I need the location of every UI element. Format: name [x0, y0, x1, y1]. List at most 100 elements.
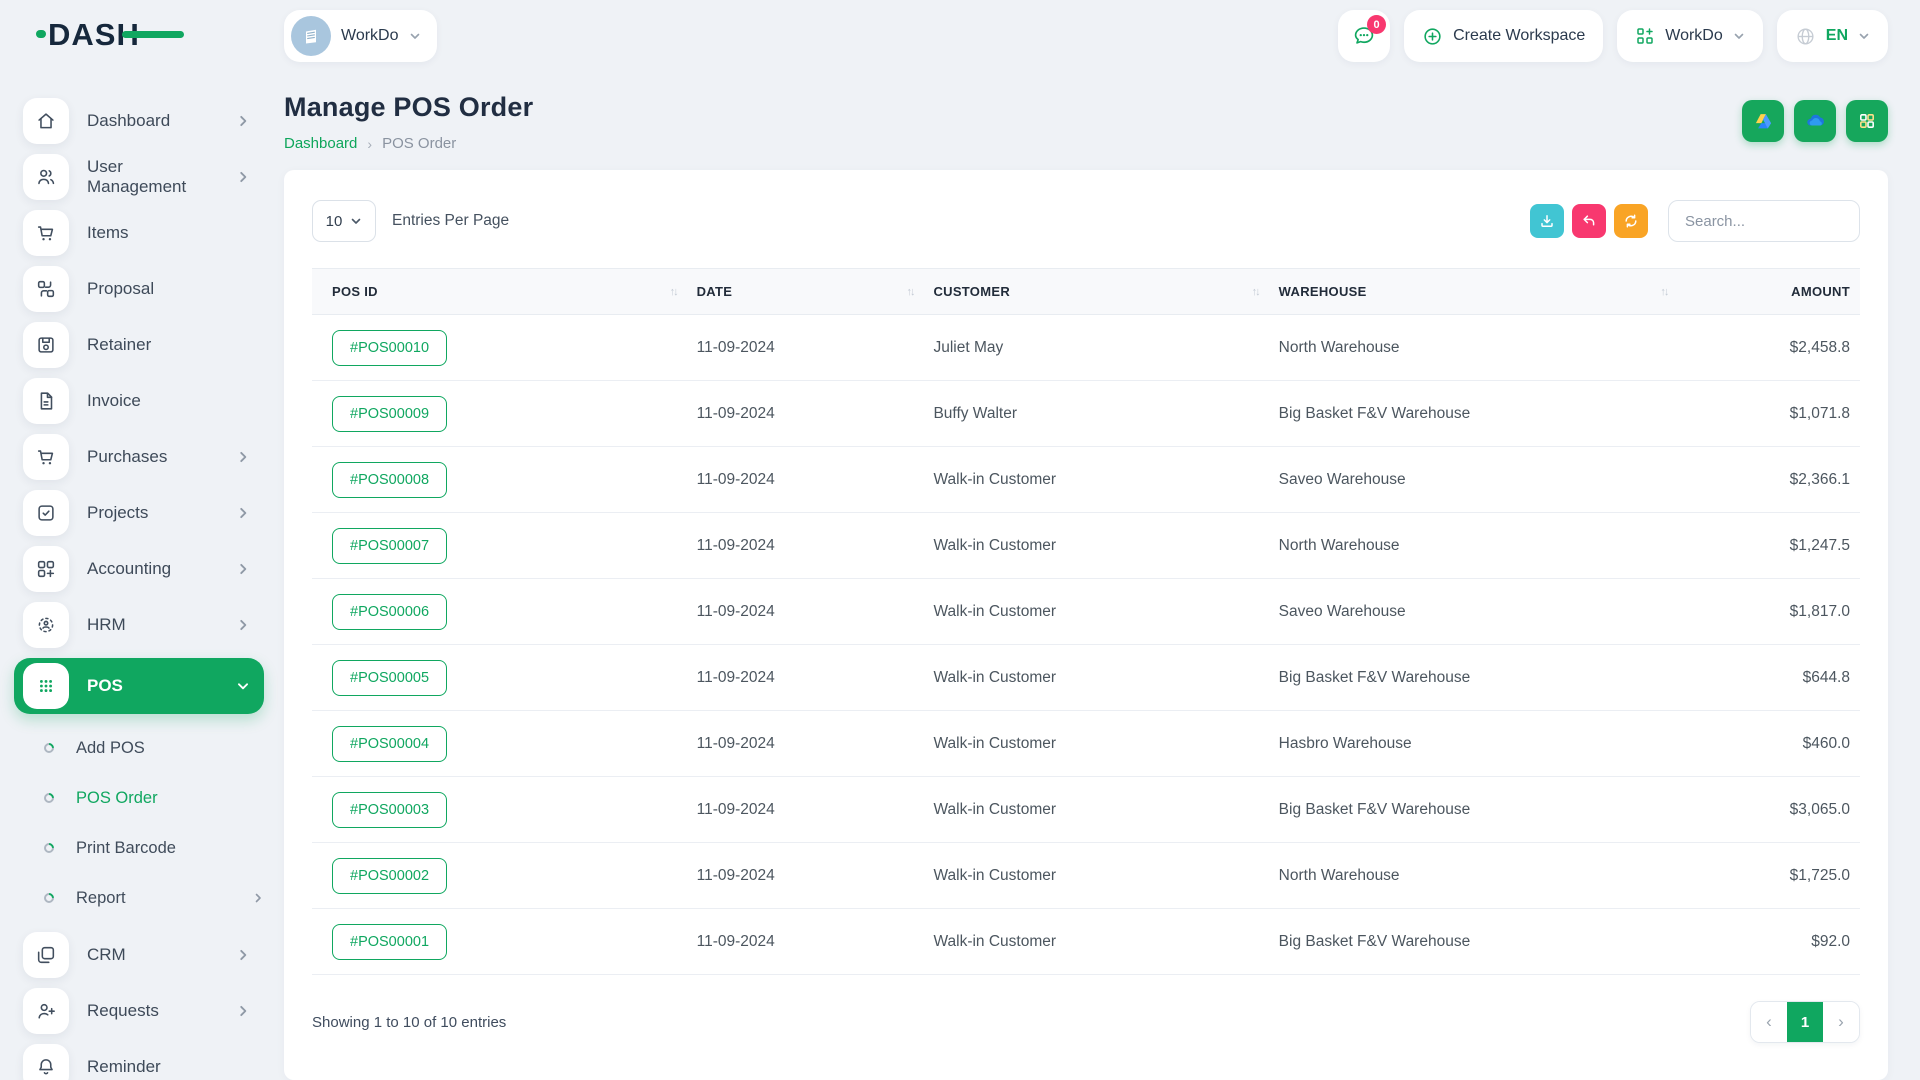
sidebar-subitem-add-pos[interactable]: Add POS — [0, 724, 264, 772]
messages-button[interactable]: 0 — [1338, 10, 1390, 62]
table-row[interactable]: #POS00003 11-09-2024 Walk-in Customer Bi… — [312, 777, 1860, 843]
brand-logo[interactable]: DASH — [0, 13, 278, 60]
column-header-customer[interactable]: CUSTOMER ↑↓ — [923, 269, 1268, 315]
table-row[interactable]: #POS00006 11-09-2024 Walk-in Customer Sa… — [312, 579, 1860, 645]
next-page-button[interactable]: › — [1823, 1002, 1859, 1042]
sidebar-item-crm[interactable]: CRM — [14, 932, 264, 978]
sidebar-subitem-report[interactable]: Report — [0, 874, 264, 922]
page-1-button[interactable]: 1 — [1787, 1002, 1823, 1042]
building-icon — [301, 26, 321, 46]
table-row[interactable]: #POS00005 11-09-2024 Walk-in Customer Bi… — [312, 645, 1860, 711]
pos-id-link[interactable]: #POS00006 — [332, 594, 447, 630]
prev-page-button[interactable]: ‹ — [1751, 1002, 1787, 1042]
date-cell: 11-09-2024 — [687, 777, 924, 843]
sidebar-item-user-management[interactable]: User Management — [14, 154, 264, 200]
customer-cell: Walk-in Customer — [923, 909, 1268, 975]
column-header-pos-id[interactable]: POS ID ↑↓ — [312, 269, 687, 315]
sidebar-item-pos[interactable]: POS — [14, 658, 264, 714]
amount-cell: $1,817.0 — [1677, 579, 1860, 645]
sidebar-subitem-pos-order[interactable]: POS Order — [0, 774, 264, 822]
table-row[interactable]: #POS00010 11-09-2024 Juliet May North Wa… — [312, 315, 1860, 381]
amount-cell: $1,071.8 — [1677, 381, 1860, 447]
breadcrumb-dashboard-link[interactable]: Dashboard — [284, 135, 357, 152]
sidebar-item-purchases[interactable]: Purchases — [14, 434, 264, 480]
users-icon — [23, 154, 69, 200]
sort-icon[interactable]: ↑↓ — [1252, 286, 1259, 298]
table-row[interactable]: #POS00001 11-09-2024 Walk-in Customer Bi… — [312, 909, 1860, 975]
sidebar-item-items[interactable]: Items — [14, 210, 264, 256]
create-workspace-button[interactable]: Create Workspace — [1404, 10, 1603, 62]
sidebar-item-invoice[interactable]: Invoice — [14, 378, 264, 424]
breadcrumb-current: POS Order — [382, 135, 456, 152]
grid-view-button[interactable] — [1846, 100, 1888, 142]
amount-cell: $92.0 — [1677, 909, 1860, 975]
person-plus-icon — [23, 988, 69, 1034]
sidebar-item-hrm[interactable]: HRM — [14, 602, 264, 648]
plus-circle-icon — [1422, 26, 1443, 47]
sidebar-item-reminder[interactable]: Reminder — [14, 1044, 264, 1080]
table-row[interactable]: #POS00009 11-09-2024 Buffy Walter Big Ba… — [312, 381, 1860, 447]
refresh-button[interactable] — [1614, 204, 1648, 238]
table-row[interactable]: #POS00002 11-09-2024 Walk-in Customer No… — [312, 843, 1860, 909]
sort-icon[interactable]: ↑↓ — [906, 286, 913, 298]
language-selector[interactable]: EN — [1777, 10, 1888, 62]
chevron-right-icon — [236, 506, 250, 520]
chevron-right-icon — [252, 892, 264, 904]
date-cell: 11-09-2024 — [687, 579, 924, 645]
undo-button[interactable] — [1572, 204, 1606, 238]
warehouse-cell: Big Basket F&V Warehouse — [1269, 777, 1678, 843]
pos-id-link[interactable]: #POS00007 — [332, 528, 447, 564]
topbar: DASH WorkDo — [0, 0, 1920, 72]
pos-id-link[interactable]: #POS00010 — [332, 330, 447, 366]
grid-view-icon — [1858, 112, 1876, 130]
app-window: DASH WorkDo — [0, 0, 1920, 1080]
table-row[interactable]: #POS00008 11-09-2024 Walk-in Customer Sa… — [312, 447, 1860, 513]
sidebar-subitem-print-barcode[interactable]: Print Barcode — [0, 824, 264, 872]
pos-id-link[interactable]: #POS00008 — [332, 462, 447, 498]
pos-id-link[interactable]: #POS00002 — [332, 858, 447, 894]
person-dashed-circle-icon — [23, 602, 69, 648]
sidebar-item-retainer[interactable]: Retainer — [14, 322, 264, 368]
date-cell: 11-09-2024 — [687, 843, 924, 909]
column-header-amount[interactable]: AMOUNT — [1677, 269, 1860, 315]
date-cell: 11-09-2024 — [687, 711, 924, 777]
orders-tbody: #POS00010 11-09-2024 Juliet May North Wa… — [312, 315, 1860, 975]
sidebar-item-dashboard[interactable]: Dashboard — [14, 98, 264, 144]
pos-id-link[interactable]: #POS00005 — [332, 660, 447, 696]
pos-id-link[interactable]: #POS00004 — [332, 726, 447, 762]
customer-cell: Walk-in Customer — [923, 447, 1268, 513]
amount-cell: $2,366.1 — [1677, 447, 1860, 513]
table-row[interactable]: #POS00007 11-09-2024 Walk-in Customer No… — [312, 513, 1860, 579]
onedrive-button[interactable] — [1794, 100, 1836, 142]
warehouse-cell: North Warehouse — [1269, 843, 1678, 909]
sidebar-item-accounting[interactable]: Accounting — [14, 546, 264, 592]
pos-id-link[interactable]: #POS00003 — [332, 792, 447, 828]
home-icon — [23, 98, 69, 144]
globe-icon — [1795, 26, 1816, 47]
sort-icon[interactable]: ↑↓ — [670, 286, 677, 298]
pos-orders-table: POS ID ↑↓ DATE ↑↓ CUSTOMER ↑↓ WAREHOUSE … — [312, 268, 1860, 975]
pos-id-link[interactable]: #POS00009 — [332, 396, 447, 432]
google-drive-button[interactable] — [1742, 100, 1784, 142]
sort-icon[interactable]: ↑↓ — [1660, 286, 1667, 298]
grid-plus-icon — [23, 546, 69, 592]
sidebar-item-proposal[interactable]: Proposal — [14, 266, 264, 312]
sidebar-item-projects[interactable]: Projects — [14, 490, 264, 536]
sidebar-nav: Dashboard User Management Items Proposal… — [0, 72, 278, 1080]
export-download-button[interactable] — [1530, 204, 1564, 238]
check-square-icon — [23, 490, 69, 536]
app-switcher-button[interactable]: WorkDo — [1617, 10, 1763, 62]
workspace-avatar — [291, 16, 331, 56]
table-row[interactable]: #POS00004 11-09-2024 Walk-in Customer Ha… — [312, 711, 1860, 777]
workspace-switcher[interactable]: WorkDo — [284, 10, 437, 62]
bullet-icon — [42, 891, 56, 905]
pos-id-link[interactable]: #POS00001 — [332, 924, 447, 960]
entries-per-page-select[interactable]: 10 — [312, 200, 376, 242]
column-header-date[interactable]: DATE ↑↓ — [687, 269, 924, 315]
column-header-warehouse[interactable]: WAREHOUSE ↑↓ — [1269, 269, 1678, 315]
search-input[interactable] — [1668, 200, 1860, 242]
customer-cell: Walk-in Customer — [923, 711, 1268, 777]
undo-icon — [1581, 213, 1597, 229]
sidebar-item-requests[interactable]: Requests — [14, 988, 264, 1034]
warehouse-cell: Saveo Warehouse — [1269, 579, 1678, 645]
